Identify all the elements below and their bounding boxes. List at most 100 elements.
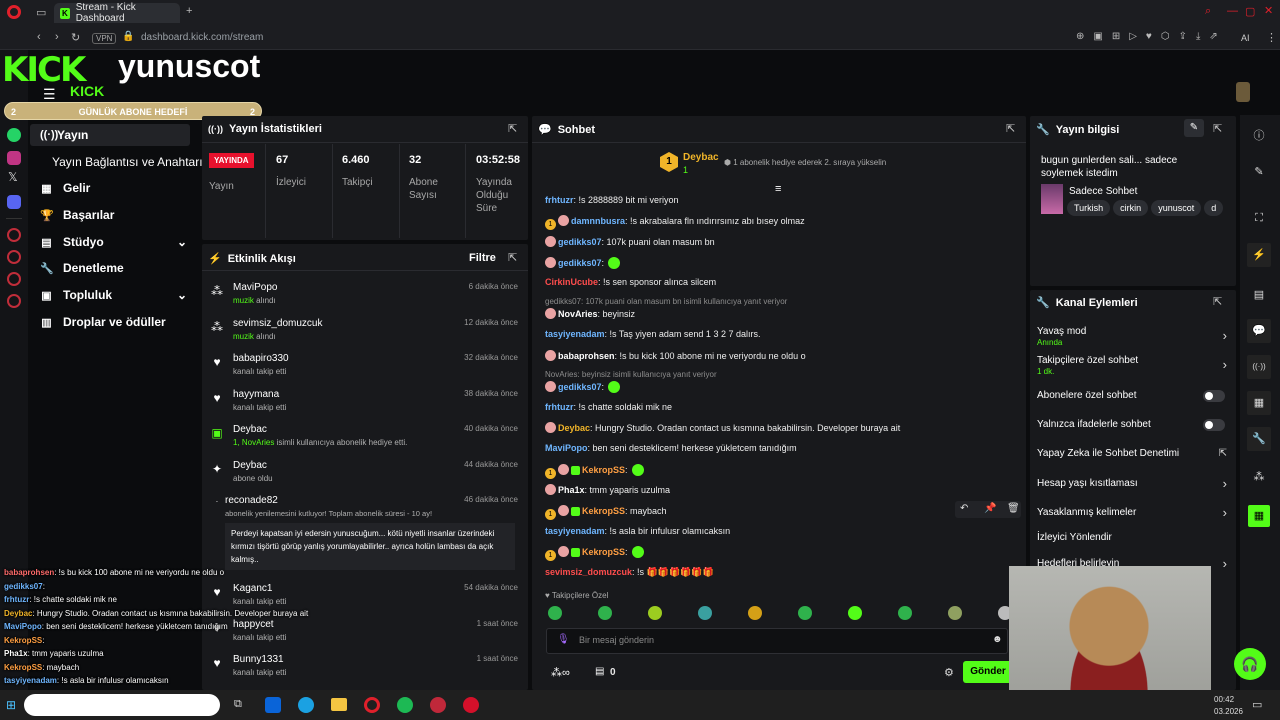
channel-action-row[interactable]: Yalnızca ifadelerle sohbet — [1037, 419, 1227, 441]
channel-action-row[interactable]: Yapay Zeka ile Sohbet Denetimi ⇱ — [1037, 448, 1227, 470]
taskbar-search-box[interactable] — [24, 694, 220, 716]
chat-username[interactable]: sevimsiz_domuzcuk — [545, 567, 632, 577]
reply-icon[interactable]: ↶ — [960, 503, 968, 514]
chat-username[interactable]: MaviPopo — [545, 443, 588, 453]
active-tab[interactable]: K Stream - Kick Dashboard — [54, 2, 180, 24]
tag[interactable]: cirkin — [1113, 200, 1149, 216]
chat-username[interactable]: babaprohsen — [558, 351, 615, 361]
chat-settings-icon[interactable]: ⚙ — [944, 666, 954, 679]
wrench-icon[interactable]: 🔧 — [1247, 427, 1271, 451]
activity-user[interactable]: Kaganc1 — [233, 583, 286, 594]
opera-icon[interactable] — [7, 5, 21, 19]
reload-icon[interactable]: ↻ — [71, 31, 80, 44]
tag[interactable]: d — [1204, 200, 1224, 216]
activity-user[interactable]: sevimsiz_domuzcuk — [233, 318, 322, 329]
emote-icon[interactable] — [748, 606, 762, 620]
nav-item-topluluk[interactable]: ▣ Topluluk ⌄ — [40, 288, 187, 302]
info-icon[interactable]: ⓘ — [1252, 127, 1266, 142]
bookmarks-icon[interactable] — [7, 250, 21, 264]
popout-icon[interactable]: ⇱ — [508, 122, 517, 135]
downloads-icon[interactable] — [7, 272, 21, 286]
discord-icon[interactable] — [7, 195, 21, 209]
notification-icon[interactable]: ▭ — [1252, 698, 1262, 711]
app-icon[interactable] — [430, 697, 446, 713]
emoji-icon[interactable]: ☻ — [992, 634, 1003, 645]
broadcast-icon[interactable]: ((·)) — [1247, 355, 1271, 379]
chat-username[interactable]: damnnbusra — [571, 216, 625, 226]
gift-leader-name[interactable]: Deybac — [683, 152, 719, 163]
external-link-icon[interactable]: ⇱ — [1219, 448, 1227, 459]
vpn-badge[interactable]: VPN — [92, 33, 117, 44]
activity-user[interactable]: happycet — [233, 619, 286, 630]
chat-username[interactable]: KekropSS — [582, 547, 625, 557]
toggle-switch[interactable] — [1203, 390, 1225, 402]
edit-button[interactable]: ✎ — [1184, 119, 1204, 137]
mic-icon[interactable]: 🎙 — [557, 634, 570, 645]
avatar[interactable] — [1236, 82, 1250, 102]
back-icon[interactable]: ‹ — [37, 31, 41, 43]
collapse-pinned-icon[interactable]: ≡ — [775, 183, 781, 195]
stats-icon[interactable]: ▦ — [1247, 391, 1271, 415]
nav-item-gelir[interactable]: ▦ Gelir — [40, 181, 90, 195]
spotify-icon[interactable] — [397, 697, 413, 713]
emote-icon[interactable] — [548, 606, 562, 620]
extensions-icon[interactable] — [7, 294, 21, 308]
chevron-right-icon[interactable]: › — [1223, 357, 1227, 372]
nav-item-droplar[interactable]: ▥ Droplar ve ödüller — [40, 315, 165, 329]
task-view-icon[interactable]: ⧉ — [234, 698, 242, 711]
nav-item-stream-key[interactable]: Yayın Bağlantısı ve Anahtarı — [52, 155, 203, 169]
instagram-icon[interactable] — [7, 151, 21, 165]
lightning-icon[interactable]: ⚡ — [1247, 243, 1271, 267]
support-chat-button[interactable]: 🎧 — [1234, 648, 1266, 680]
nav-item-studyo[interactable]: ▤ Stüdyo ⌄ — [40, 235, 187, 249]
channel-action-row[interactable]: Abonelere özel sohbet — [1037, 390, 1227, 412]
x-icon[interactable]: 𝕏 — [8, 170, 18, 184]
chat-username[interactable]: gedikks07 — [558, 237, 602, 247]
whatsapp-icon[interactable] — [7, 128, 21, 142]
workspaces-icon[interactable]: ▭ — [36, 6, 46, 19]
emote-icon[interactable] — [598, 606, 612, 620]
search-tabs-icon[interactable]: ⌕ — [1205, 5, 1211, 18]
trash-icon[interactable]: 🗑 — [1007, 503, 1020, 514]
chat-username[interactable]: gedikks07 — [558, 382, 602, 392]
emote-icon[interactable] — [698, 606, 712, 620]
forward-icon[interactable]: › — [55, 31, 59, 43]
tag[interactable]: yunuscot — [1151, 200, 1202, 216]
pin-icon[interactable]: 📌 — [984, 503, 996, 514]
tag[interactable]: Turkish — [1067, 200, 1111, 216]
chat-icon[interactable]: 💬 — [1247, 319, 1271, 343]
list-icon[interactable]: ▤ — [1252, 288, 1266, 302]
channel-action-row[interactable]: Takipçilere özel sohbet 1 dk. › — [1037, 355, 1227, 377]
chevron-right-icon[interactable]: › — [1223, 505, 1227, 520]
activity-user[interactable]: reconade82 — [225, 495, 432, 506]
category-name[interactable]: Sadece Sohbet — [1069, 186, 1137, 197]
maximize-button[interactable]: ▢ — [1245, 5, 1255, 18]
fullscreen-icon[interactable]: ⛶ — [1252, 212, 1266, 226]
nav-item-denetleme[interactable]: 🔧 Denetleme — [40, 261, 124, 275]
clapper-icon[interactable]: ▦ — [1248, 505, 1270, 527]
popout-icon[interactable]: ⇱ — [1213, 295, 1222, 308]
edge-icon[interactable] — [298, 697, 314, 713]
rewards-icon[interactable]: ▤ — [595, 666, 604, 677]
chat-username[interactable]: frhtuzr — [545, 402, 574, 412]
url-field[interactable]: dashboard.kick.com/stream — [141, 32, 263, 43]
emote-icon[interactable] — [648, 606, 662, 620]
outlook-icon[interactable] — [265, 697, 281, 713]
more-menu-icon[interactable]: ⋮ — [1266, 31, 1277, 44]
channel-action-row[interactable]: Hesap yaşı kısıtlaması › — [1037, 476, 1227, 500]
history-icon[interactable] — [7, 228, 21, 242]
close-window-button[interactable]: ✕ — [1264, 4, 1273, 17]
nav-item-basarilar[interactable]: 🏆 Başarılar — [40, 208, 114, 222]
media-player-icon[interactable] — [463, 697, 479, 713]
emote-icon[interactable] — [898, 606, 912, 620]
kick-points-icon[interactable]: ⁂∞ — [551, 666, 570, 679]
clock-time[interactable]: 00:42 — [1214, 695, 1234, 704]
ai-button[interactable]: AI — [1241, 33, 1250, 43]
chat-username[interactable]: gedikks07 — [558, 258, 602, 268]
channel-action-row[interactable]: Yavaş mod Anında › — [1037, 326, 1227, 348]
chevron-right-icon[interactable]: › — [1223, 328, 1227, 343]
chat-username[interactable]: KekropSS — [582, 506, 625, 516]
send-button[interactable]: Gönder — [963, 661, 1013, 683]
windows-start-icon[interactable]: ⊞ — [6, 698, 16, 712]
activity-user[interactable]: Deybac — [233, 460, 273, 471]
